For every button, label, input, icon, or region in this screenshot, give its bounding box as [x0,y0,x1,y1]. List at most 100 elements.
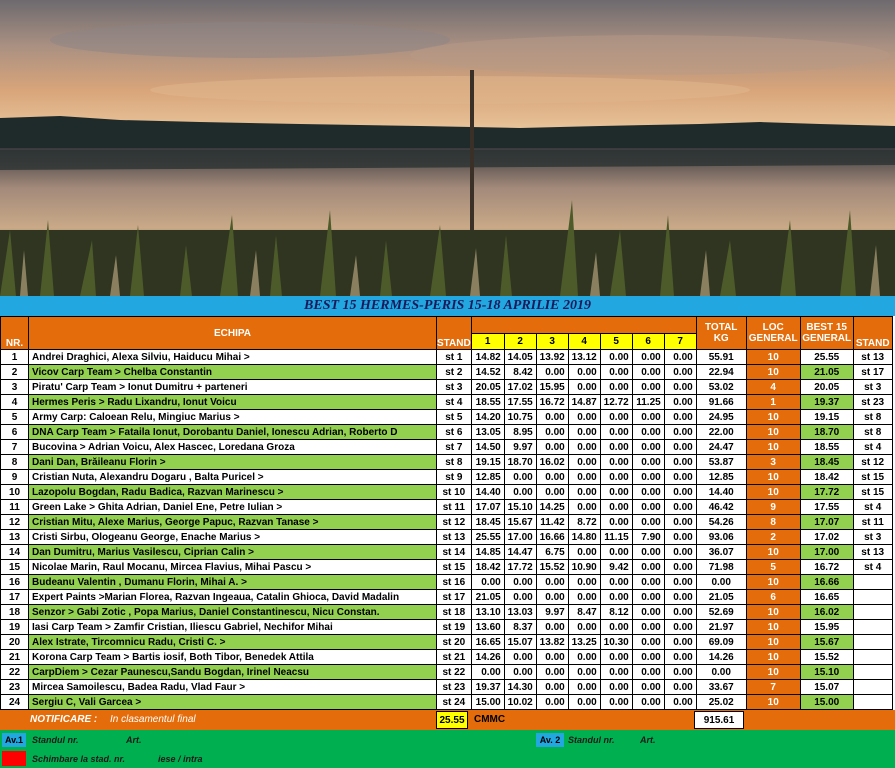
row-echipa: Korona Carp Team > Bartis iosif, Both Ti… [28,649,437,665]
row-stand: st 18 [436,604,472,620]
table-row: 5 Army Carp: Caloean Relu, Mingiuc Marius… [0,409,893,425]
header-row: NR. ECHIPA STAND TOTAL KG LOC GENERAL BE… [0,316,893,350]
row-echipa: Alex Istrate, Tircomnicu Radu, Cristi C.… [28,634,437,650]
row-echipa: Piratu' Carp Team > Ionut Dumitru + part… [28,379,437,395]
row-stand: st 15 [436,559,472,575]
row-best: 16.66 [799,574,854,590]
row-echipa: Dani Dan, Brăileanu Florin > [28,454,437,470]
row-round-7: 0.00 [663,379,697,395]
row-round-5: 0.00 [599,589,633,605]
row-nr: 9 [0,469,29,485]
row-round-3: 6.75 [535,544,569,560]
row-round-7: 0.00 [663,499,697,515]
row-stand2: st 23 [852,394,893,410]
row-round-5: 0.00 [599,694,633,710]
row-round-6: 0.00 [631,664,665,680]
row-round-5: 0.00 [599,439,633,455]
row-round-1: 20.05 [470,379,505,395]
row-round-6: 0.00 [631,589,665,605]
row-round-5: 0.00 [599,409,633,425]
row-stand: st 10 [436,484,472,500]
row-loc: 9 [745,499,801,515]
row-round-4: 0.00 [567,694,601,710]
row-round-1: 14.82 [470,349,505,365]
row-round-1: 13.10 [470,604,505,620]
notification-text: In clasamentul final [110,714,196,725]
row-stand: st 20 [436,634,472,650]
row-echipa: Bucovina > Adrian Voicu, Alex Hascec, Lo… [28,439,437,455]
row-round-5: 11.15 [599,529,633,545]
schimbare-label: Schimbare la stad. nr. [32,754,126,764]
row-round-6: 0.00 [631,619,665,635]
row-best: 17.00 [799,544,854,560]
row-stand: st 3 [436,379,472,395]
row-round-1: 18.45 [470,514,505,530]
row-echipa: Cristian Mitu, Alexe Marius, George Papu… [28,514,437,530]
title-bar: BEST 15 HERMES-PERIS 15-18 APRILIE 2019 [0,296,895,316]
row-round-1: 0.00 [470,664,505,680]
row-best: 15.10 [799,664,854,680]
row-stand2: st 11 [852,514,893,530]
row-stand2: st 15 [852,484,893,500]
row-round-1: 17.07 [470,499,505,515]
row-stand2 [852,694,893,710]
table-row: 8 Dani Dan, Brăileanu Florin > st 8 19.15 18… [0,454,893,470]
row-round-2: 14.47 [503,544,537,560]
row-nr: 4 [0,394,29,410]
table-row: 10 Lazopolu Bogdan, Radu Badica, Razvan M… [0,484,893,500]
av1-art-label: Art. [126,735,142,745]
av1-badge: Av.1 [2,733,26,747]
row-round-2: 17.55 [503,394,537,410]
header-round-3: 3 [535,332,569,350]
header-loc-line1: LOC [762,322,784,333]
av2-standul-label: Standul nr. [568,735,615,745]
row-round-2: 8.95 [503,424,537,440]
row-stand: st 4 [436,394,472,410]
row-round-2: 10.75 [503,409,537,425]
row-best: 18.70 [799,424,854,440]
header-stand: STAND [436,316,472,350]
row-total: 53.87 [695,454,747,470]
row-total: 46.42 [695,499,747,515]
row-nr: 22 [0,664,29,680]
row-round-2: 0.00 [503,649,537,665]
table-row: 15 Nicolae Marin, Raul Mocanu, Mircea Fla… [0,559,893,575]
row-round-3: 0.00 [535,574,569,590]
row-best: 19.37 [799,394,854,410]
row-round-2: 15.07 [503,634,537,650]
row-round-7: 0.00 [663,574,697,590]
table-row: 9 Cristian Nuta, Alexandru Dogaru , Balta… [0,469,893,485]
row-round-6: 7.90 [631,529,665,545]
row-best: 16.02 [799,604,854,620]
table-row: 18 Senzor > Gabi Zotic , Popa Marius, Dan… [0,604,893,620]
row-stand: st 11 [436,499,472,515]
row-round-6: 0.00 [631,349,665,365]
row-nr: 15 [0,559,29,575]
row-total: 36.07 [695,544,747,560]
row-round-7: 0.00 [663,364,697,380]
row-total: 21.97 [695,619,747,635]
row-nr: 24 [0,694,29,710]
row-round-6: 0.00 [631,454,665,470]
row-stand2: st 12 [852,454,893,470]
row-round-3: 0.00 [535,694,569,710]
row-loc: 10 [745,634,801,650]
row-nr: 1 [0,349,29,365]
row-stand: st 23 [436,679,472,695]
row-best: 20.05 [799,379,854,395]
lake-photo [0,0,895,296]
row-round-7: 0.00 [663,604,697,620]
page-title: BEST 15 HERMES-PERIS 15-18 APRILIE 2019 [304,298,591,313]
row-round-2: 14.30 [503,679,537,695]
header-loc-general: LOC GENERAL [745,316,801,350]
row-stand2 [852,619,893,635]
row-best: 25.55 [799,349,854,365]
row-round-3: 16.02 [535,454,569,470]
table-row: 13 Cristi Sirbu, Ologeanu George, Enache … [0,529,893,545]
row-round-2: 0.00 [503,589,537,605]
row-round-2: 10.02 [503,694,537,710]
row-round-4: 0.00 [567,469,601,485]
header-round-7: 7 [663,332,697,350]
row-round-5: 0.00 [599,364,633,380]
row-round-4: 8.47 [567,604,601,620]
